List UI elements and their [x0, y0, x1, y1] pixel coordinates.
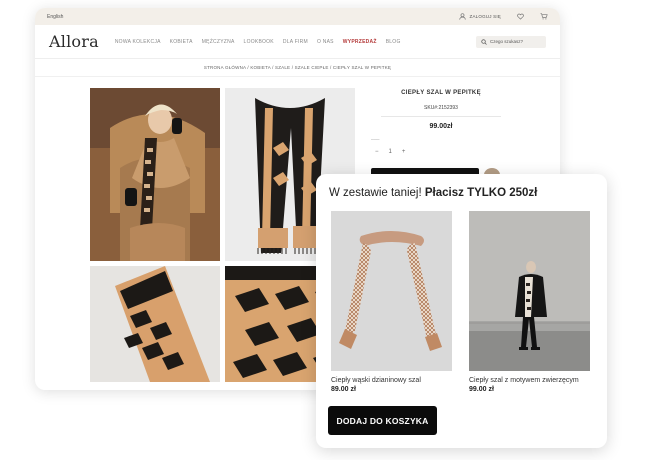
nav-item-new-collection[interactable]: NOWA KOLEKCJA	[115, 39, 161, 45]
main-nav: NOWA KOLEKCJA KOBIETA MĘŻCZYZNA LOOKBOOK…	[115, 39, 476, 45]
nav-item-business[interactable]: DLA FIRM	[283, 39, 308, 45]
breadcrumb: STRONA GŁÓWNA / KOBIETA / SZALE / SZALE …	[35, 59, 560, 77]
search-input[interactable]: Czego szukasz?	[476, 35, 546, 48]
heart-icon[interactable]	[517, 13, 524, 20]
bundle-offer-card: W zestawie taniej! Płacisz TYLKO 250zł C…	[316, 174, 607, 448]
nav-item-about[interactable]: O NAS	[317, 39, 334, 45]
add-to-cart-button[interactable]: DODAJ DO KOSZYKA	[328, 406, 437, 435]
product-info: CIEPŁY SZAL W PEPITKĘ SKU#:2152393 99.00…	[371, 90, 511, 130]
bundle-item-name[interactable]: Ciepły wąski dzianinowy szal	[331, 377, 452, 384]
product-price: 99.00zł	[429, 123, 453, 130]
search-placeholder: Czego szukasz?	[490, 39, 524, 44]
main-navbar: Allora NOWA KOLEKCJA KOBIETA MĘŻCZYZNA L…	[35, 25, 560, 59]
bundle-item-2[interactable]: Ciepły szal z motywem zwierzęcym 99.00 z…	[469, 211, 590, 393]
quantity-label: ───	[371, 137, 380, 142]
nav-item-men[interactable]: MĘŻCZYZNA	[202, 39, 235, 45]
bundle-item-image[interactable]	[331, 211, 452, 371]
bundle-title-price: Płacisz TYLKO 250zł	[424, 187, 538, 199]
top-bar: English ZALOGUJ SIĘ	[35, 8, 560, 25]
quantity-value: 1	[388, 149, 392, 155]
search-icon	[481, 38, 487, 45]
bundle-title-prefix: W zestawie taniej!	[329, 187, 422, 199]
bundle-title: W zestawie taniej! Płacisz TYLKO 250zł	[329, 187, 537, 199]
product-photo-model[interactable]	[90, 88, 220, 261]
login-label: ZALOGUJ SIĘ	[469, 14, 501, 19]
language-switch[interactable]: English	[47, 14, 459, 20]
bundle-item-1[interactable]: Ciepły wąski dzianinowy szal 89.00 zł	[331, 211, 452, 393]
bundle-item-name[interactable]: Ciepły szal z motywem zwierzęcym	[469, 377, 590, 384]
brand-logo[interactable]: Allora	[49, 32, 99, 51]
product-sku: SKU#:2152393	[424, 105, 458, 111]
quantity-plus-button[interactable]: +	[402, 149, 406, 155]
top-bar-tools: ZALOGUJ SIĘ	[458, 13, 548, 20]
login-link[interactable]: ZALOGUJ SIĘ	[458, 13, 501, 20]
bundle-item-image[interactable]	[469, 211, 590, 371]
quantity-stepper[interactable]: − 1 +	[375, 149, 405, 155]
nav-item-lookbook[interactable]: LOOKBOOK	[244, 39, 274, 45]
nav-item-sale[interactable]: WYPRZEDAŻ	[343, 39, 377, 45]
cart-icon[interactable]	[540, 13, 548, 20]
nav-item-blog[interactable]: BLOG	[386, 39, 401, 45]
quantity-minus-button[interactable]: −	[375, 149, 379, 155]
bundle-item-price: 99.00 zł	[469, 386, 494, 393]
product-photo-detail-1[interactable]	[90, 266, 220, 382]
divider	[381, 116, 501, 117]
product-title: CIEPŁY SZAL W PEPITKĘ	[401, 90, 481, 96]
bundle-item-price: 89.00 zł	[331, 386, 356, 393]
nav-item-women[interactable]: KOBIETA	[170, 39, 193, 45]
user-icon	[458, 13, 466, 20]
